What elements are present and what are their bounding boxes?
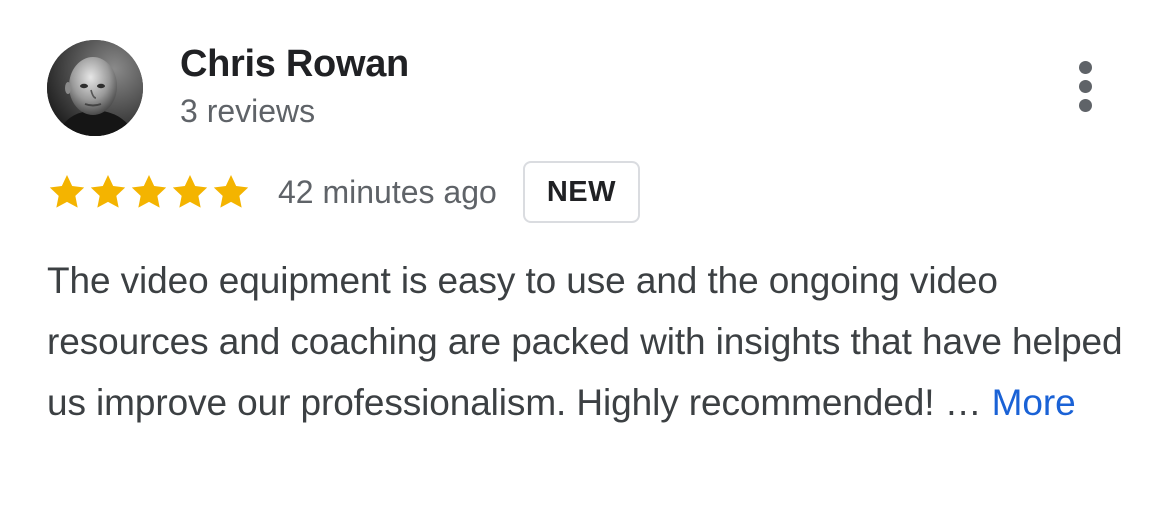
menu-dot [1079, 61, 1092, 74]
star-icon [131, 175, 167, 208]
more-vert-icon[interactable] [1066, 58, 1106, 116]
review-ellipsis: … [944, 382, 982, 423]
menu-dot [1079, 99, 1092, 112]
avatar[interactable] [47, 40, 143, 136]
rating-row: 42 minutes ago NEW [47, 160, 640, 224]
review-count[interactable]: 3 reviews [180, 92, 315, 130]
star-icon [90, 175, 126, 208]
review-text: The video equipment is easy to use and t… [47, 250, 1127, 433]
star-rating [47, 160, 252, 224]
star-icon [49, 175, 85, 208]
more-link[interactable]: More [992, 382, 1076, 423]
star-icon [213, 175, 249, 208]
review-card: Chris Rowan 3 reviews 42 minutes ago NEW… [0, 0, 1165, 516]
menu-dot [1079, 80, 1092, 93]
profile-photo [47, 40, 143, 136]
new-badge: NEW [522, 161, 640, 223]
star-icon [172, 175, 208, 208]
review-timestamp: 42 minutes ago [278, 174, 497, 210]
author-name[interactable]: Chris Rowan [180, 42, 409, 86]
